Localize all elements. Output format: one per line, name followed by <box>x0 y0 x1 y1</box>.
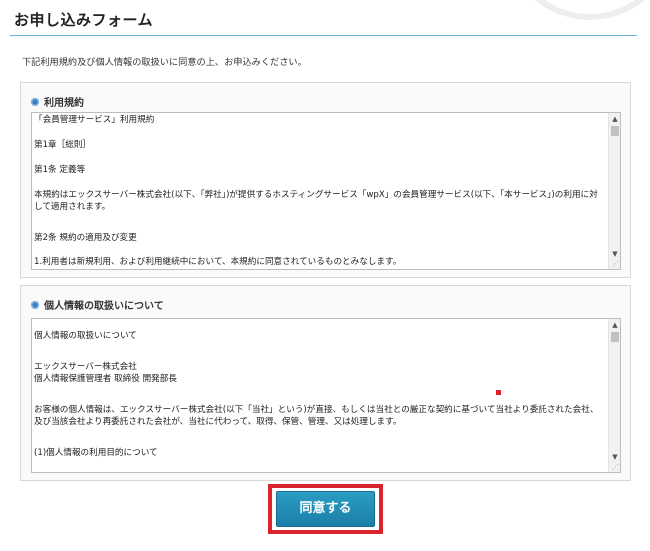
decorative-circle <box>505 0 650 20</box>
terms-text-content: 「会員管理サービス」利用規約 第1章［総則］ 第1条 定義等 本規約はエックスサ… <box>34 114 604 268</box>
terms-line: 本規約はエックスサーバー株式会社(以下、「弊社」)が提供するホスティングサービス… <box>34 190 598 212</box>
privacy-panel: 個人情報の取扱いについて 個人情報の取扱いについて エックスサーバー株式会社 個… <box>20 285 631 481</box>
terms-heading: 利用規約 <box>31 94 84 109</box>
resize-grip-icon[interactable]: ⋰ <box>612 261 619 268</box>
intro-text: 下記利用規約及び個人情報の取扱いに同意の上、お申込みください。 <box>22 57 307 68</box>
privacy-scroll-thumb[interactable] <box>611 332 619 342</box>
privacy-line: お客様の個人情報は、エックスサーバー株式会社(以下「当社」という)が直接、もしく… <box>34 405 599 427</box>
terms-line: 「会員管理サービス」利用規約 <box>34 115 155 125</box>
red-marker <box>496 390 501 395</box>
terms-line: 第1条 定義等 <box>34 165 86 175</box>
page-title: お申し込みフォーム <box>14 11 154 29</box>
privacy-heading-label: 個人情報の取扱いについて <box>44 301 164 312</box>
circle-bullet-icon <box>31 97 39 106</box>
privacy-line: (1)個人情報の利用目的について <box>34 448 158 458</box>
terms-textarea[interactable]: 「会員管理サービス」利用規約 第1章［総則］ 第1条 定義等 本規約はエックスサ… <box>31 112 621 270</box>
privacy-scrollbar[interactable]: ▲ ▼ ⋰ <box>608 319 620 472</box>
terms-line: 1.利用者は新規利用、および利用継続中において、本規約に同意されているものとみな… <box>34 257 402 267</box>
terms-scrollbar[interactable]: ▲ ▼ ⋰ <box>608 113 620 269</box>
privacy-text-content: 個人情報の取扱いについて エックスサーバー株式会社 個人情報保護管理者 取締役 … <box>34 330 604 459</box>
privacy-line: 個人情報の取扱いについて <box>34 331 137 341</box>
terms-line: 第1章［総則］ <box>34 140 92 150</box>
agree-button[interactable]: 同意する <box>276 491 375 527</box>
privacy-line: 個人情報保護管理者 取締役 開発部長 <box>34 374 177 384</box>
circle-bullet-icon <box>31 300 39 309</box>
terms-panel: 利用規約 「会員管理サービス」利用規約 第1章［総則］ 第1条 定義等 本規約は… <box>20 82 631 278</box>
chevron-up-icon[interactable]: ▲ <box>609 319 620 331</box>
privacy-heading: 個人情報の取扱いについて <box>31 297 164 312</box>
title-divider <box>10 35 637 36</box>
resize-grip-icon[interactable]: ⋰ <box>612 464 619 471</box>
privacy-textarea[interactable]: 個人情報の取扱いについて エックスサーバー株式会社 個人情報保護管理者 取締役 … <box>31 318 621 473</box>
chevron-down-icon[interactable]: ▼ <box>609 451 620 463</box>
chevron-down-icon[interactable]: ▼ <box>609 248 620 260</box>
privacy-line: エックスサーバー株式会社 <box>34 362 137 372</box>
terms-line: 第2条 規約の適用及び変更 <box>34 233 137 243</box>
terms-heading-label: 利用規約 <box>44 98 84 109</box>
terms-scroll-thumb[interactable] <box>611 126 619 136</box>
chevron-up-icon[interactable]: ▲ <box>609 113 620 125</box>
